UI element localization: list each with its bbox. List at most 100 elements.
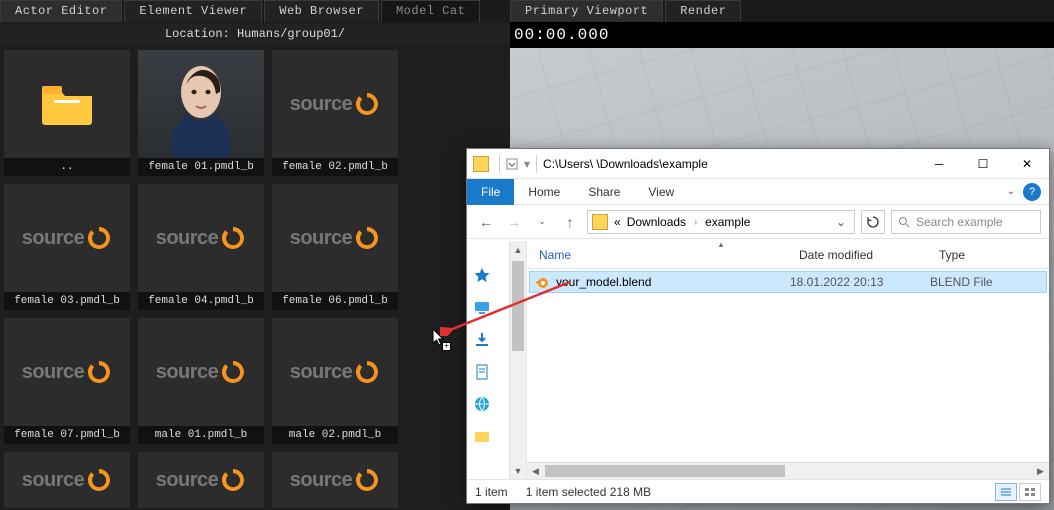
source-logo-icon: source xyxy=(156,467,247,493)
quickaccess-icon[interactable] xyxy=(473,267,491,285)
grid-item-model[interactable]: source xyxy=(138,452,264,508)
model-catalog-panel: Actor Editor Element Viewer Web Browser … xyxy=(0,0,510,510)
location-label: Location: xyxy=(165,27,237,41)
tab-primary-viewport[interactable]: Primary Viewport xyxy=(510,0,663,22)
folder-icon xyxy=(473,156,489,172)
grid-item-label: female 04.pmdl_b xyxy=(138,292,264,310)
view-icons-button[interactable] xyxy=(1019,483,1041,501)
breadcrumb-item[interactable]: example xyxy=(705,215,750,229)
breadcrumb-item[interactable]: Downloads xyxy=(627,215,686,229)
search-placeholder: Search example xyxy=(916,215,1003,229)
grid-item-label: female 06.pmdl_b xyxy=(272,292,398,310)
status-item-count: 1 item xyxy=(475,485,508,499)
tab-web-browser[interactable]: Web Browser xyxy=(264,0,379,22)
ribbon-file[interactable]: File xyxy=(467,179,514,205)
grid-item-model[interactable]: source female 07.pmdl_b xyxy=(4,318,130,444)
scrollbar-thumb[interactable] xyxy=(545,465,785,477)
view-details-button[interactable] xyxy=(995,483,1017,501)
explorer-navpane[interactable]: ▲ ▼ xyxy=(467,241,527,479)
grid-item-model[interactable]: source female 06.pmdl_b xyxy=(272,184,398,310)
source-logo-icon: source xyxy=(290,91,381,117)
source-logo-icon: source xyxy=(290,359,381,385)
source-logo-icon: source xyxy=(156,359,247,385)
address-bar[interactable]: « Downloads › example ⌄ xyxy=(587,210,855,234)
ribbon-share[interactable]: Share xyxy=(574,179,634,205)
file-explorer-window[interactable]: ▾ C:\Users\ \Downloads\example ─ ☐ ✕ Fil… xyxy=(466,148,1050,504)
grid-item-label: female 02.pmdl_b xyxy=(272,158,398,176)
file-row[interactable]: your_model.blend 18.01.2022 20:13 BLEND … xyxy=(529,271,1047,293)
grid-item-parent-folder[interactable]: .. xyxy=(4,50,130,176)
network-icon[interactable] xyxy=(473,395,491,413)
source-logo-icon: source xyxy=(290,225,381,251)
file-type: BLEND File xyxy=(930,275,1030,289)
scroll-left-icon[interactable]: ◀ xyxy=(527,463,544,480)
forward-button[interactable]: → xyxy=(503,211,525,233)
column-type[interactable]: Type xyxy=(927,248,1027,262)
folder-icon xyxy=(40,82,94,126)
right-tabs: Primary Viewport Render xyxy=(510,0,1054,22)
close-button[interactable]: ✕ xyxy=(1005,149,1049,179)
desktop-icon[interactable] xyxy=(473,299,491,317)
chevron-right-icon[interactable]: › xyxy=(694,217,697,227)
model-thumbnail xyxy=(138,50,264,158)
tab-model-catalog[interactable]: Model Cat xyxy=(381,0,480,22)
documents-icon[interactable] xyxy=(473,363,491,381)
grid-item-model[interactable]: source xyxy=(4,452,130,508)
scroll-down-icon[interactable]: ▼ xyxy=(510,462,526,479)
grid-item-model[interactable]: female 01.pmdl_b xyxy=(138,50,264,176)
refresh-button[interactable] xyxy=(861,210,885,234)
drive-folder-icon[interactable] xyxy=(473,427,491,445)
ribbon-home[interactable]: Home xyxy=(514,179,574,205)
scrollbar-thumb[interactable] xyxy=(512,261,524,351)
back-button[interactable]: ← xyxy=(475,211,497,233)
grid-item-model[interactable]: source female 02.pmdl_b xyxy=(272,50,398,176)
status-selected: 1 item selected 218 MB xyxy=(526,485,651,499)
grid-item-label: .. xyxy=(4,158,130,176)
expand-ribbon-icon[interactable]: ⌄ xyxy=(1007,186,1015,197)
up-button[interactable]: ↑ xyxy=(559,211,581,233)
file-name: your_model.blend xyxy=(554,275,790,289)
breadcrumb-prefix: « xyxy=(614,215,621,229)
scroll-right-icon[interactable]: ▶ xyxy=(1032,463,1049,480)
scroll-up-icon[interactable]: ▲ xyxy=(510,241,526,258)
history-dropdown[interactable]: ⌄ xyxy=(531,211,553,233)
explorer-statusbar: 1 item 1 item selected 218 MB xyxy=(467,479,1049,503)
grid-item-model[interactable]: source female 04.pmdl_b xyxy=(138,184,264,310)
explorer-body: ▲ ▼ ▲ Name Date modified Type your_model… xyxy=(467,241,1049,479)
explorer-navbar: ← → ⌄ ↑ « Downloads › example ⌄ Search e… xyxy=(467,205,1049,239)
file-date: 18.01.2022 20:13 xyxy=(790,275,930,289)
search-input[interactable]: Search example xyxy=(891,210,1041,234)
minimize-button[interactable]: ─ xyxy=(917,149,961,179)
location-bar: Location: Humans/group01/ xyxy=(0,24,510,44)
tab-element-viewer[interactable]: Element Viewer xyxy=(124,0,262,22)
explorer-title: C:\Users\ \Downloads\example xyxy=(543,157,917,171)
timecode: 00:00.000 xyxy=(514,26,609,44)
grid-item-model[interactable]: source female 03.pmdl_b xyxy=(4,184,130,310)
source-logo-icon: source xyxy=(22,359,113,385)
column-date[interactable]: Date modified xyxy=(787,248,927,262)
dropdown-icon[interactable] xyxy=(506,158,518,170)
grid-item-label: female 03.pmdl_b xyxy=(4,292,130,310)
source-logo-icon: source xyxy=(22,467,113,493)
grid-item-label: male 01.pmdl_b xyxy=(138,426,264,444)
thumbnail-grid: .. female 01.pmdl_b source female 02.pmd… xyxy=(0,44,510,510)
grid-item-model[interactable]: source xyxy=(272,452,398,508)
column-name[interactable]: Name xyxy=(527,248,787,262)
ribbon-view[interactable]: View xyxy=(634,179,688,205)
help-icon[interactable]: ? xyxy=(1023,183,1041,201)
navpane-scrollbar[interactable]: ▲ ▼ xyxy=(509,241,526,479)
maximize-button[interactable]: ☐ xyxy=(961,149,1005,179)
tab-actor-editor[interactable]: Actor Editor xyxy=(0,0,122,22)
downloads-icon[interactable] xyxy=(473,331,491,349)
sort-indicator-icon: ▲ xyxy=(717,240,725,249)
grid-item-label: female 07.pmdl_b xyxy=(4,426,130,444)
column-headers[interactable]: ▲ Name Date modified Type xyxy=(527,241,1049,269)
explorer-titlebar[interactable]: ▾ C:\Users\ \Downloads\example ─ ☐ ✕ xyxy=(467,149,1049,179)
grid-item-model[interactable]: source male 02.pmdl_b xyxy=(272,318,398,444)
tab-render[interactable]: Render xyxy=(665,0,741,22)
breadcrumb-dropdown[interactable]: ⌄ xyxy=(836,215,850,229)
horizontal-scrollbar[interactable]: ◀ ▶ xyxy=(527,462,1049,479)
explorer-ribbon: File Home Share View ⌄ ? xyxy=(467,179,1049,205)
grid-item-model[interactable]: source male 01.pmdl_b xyxy=(138,318,264,444)
folder-icon xyxy=(592,214,608,230)
